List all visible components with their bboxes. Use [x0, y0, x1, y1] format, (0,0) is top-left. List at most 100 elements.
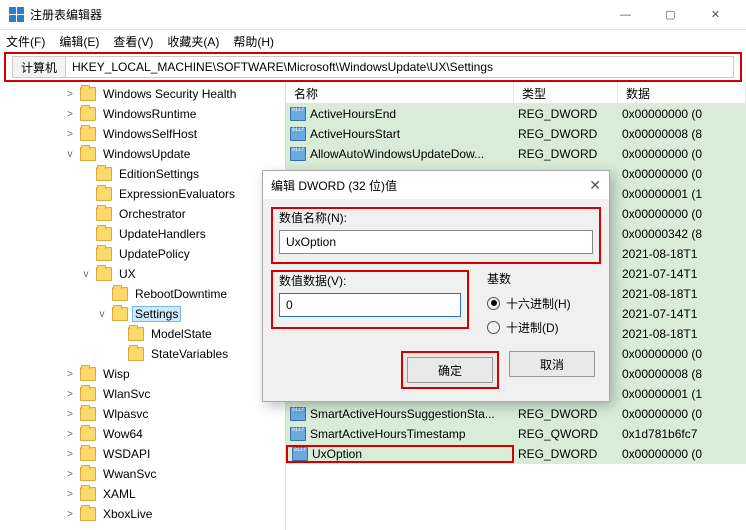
list-row[interactable]: ActiveHoursEndREG_DWORD0x00000000 (0 — [286, 104, 746, 124]
value-data: 0x00000000 (0 — [618, 107, 746, 121]
tree-item[interactable]: >WindowsSelfHost — [0, 124, 285, 144]
tree-toggle-icon[interactable]: > — [64, 409, 76, 420]
tree-toggle-icon[interactable]: > — [64, 89, 76, 100]
col-name[interactable]: 名称 — [286, 82, 514, 103]
value-data: 0x00000342 (8 — [618, 227, 746, 241]
tree-toggle-icon[interactable]: > — [64, 129, 76, 140]
ok-button[interactable]: 确定 — [407, 357, 493, 383]
value-name: AllowAutoWindowsUpdateDow... — [310, 147, 484, 161]
dialog-close-icon[interactable]: ✕ — [571, 177, 601, 194]
address-path[interactable]: HKEY_LOCAL_MACHINE\SOFTWARE\Microsoft\Wi… — [66, 60, 733, 74]
tree-toggle-icon[interactable]: > — [64, 449, 76, 460]
tree-toggle-icon[interactable]: > — [64, 489, 76, 500]
folder-icon — [80, 507, 96, 521]
menu-favorites[interactable]: 收藏夹(A) — [167, 33, 219, 50]
menu-help[interactable]: 帮助(H) — [233, 33, 274, 50]
tree-toggle-icon[interactable]: > — [64, 389, 76, 400]
tree-toggle-icon[interactable]: v — [64, 149, 76, 160]
folder-icon — [80, 427, 96, 441]
close-button[interactable]: ✕ — [693, 0, 738, 30]
folder-icon — [96, 207, 112, 221]
col-type[interactable]: 类型 — [514, 82, 618, 103]
value-data: 2021-08-18T1 — [618, 327, 746, 341]
tree-item[interactable]: EditionSettings — [0, 164, 285, 184]
value-data: 0x00000008 (8 — [618, 367, 746, 381]
tree-item[interactable]: >WSDAPI — [0, 444, 285, 464]
tree-toggle-icon[interactable]: v — [96, 309, 108, 320]
radio-hex[interactable]: 十六进制(H) — [487, 291, 593, 315]
list-row[interactable]: UxOptionREG_DWORD0x00000000 (0 — [286, 444, 746, 464]
value-name: ActiveHoursEnd — [310, 107, 396, 121]
menu-view[interactable]: 查看(V) — [113, 33, 153, 50]
tree-item[interactable]: > XAML — [0, 484, 285, 504]
tree-toggle-icon[interactable]: > — [64, 429, 76, 440]
tree-item-label: Settings — [132, 306, 181, 322]
tree-item[interactable]: >Wow64 — [0, 424, 285, 444]
tree-item-label: XAML — [100, 486, 139, 502]
minimize-button[interactable]: — — [603, 0, 648, 30]
folder-icon — [80, 107, 96, 121]
value-data: 0x00000000 (0 — [618, 147, 746, 161]
value-data: 2021-07-14T1 — [618, 307, 746, 321]
tree-item-label: WindowsRuntime — [100, 106, 199, 122]
list-row[interactable]: ActiveHoursStartREG_DWORD0x00000008 (8 — [286, 124, 746, 144]
maximize-button[interactable]: ▢ — [648, 0, 693, 30]
radio-dec[interactable]: 十进制(D) — [487, 315, 593, 339]
address-bar[interactable]: 计算机 HKEY_LOCAL_MACHINE\SOFTWARE\Microsof… — [12, 56, 734, 78]
radio-hex-label: 十六进制(H) — [506, 295, 571, 312]
tree-item[interactable]: StateVariables — [0, 344, 285, 364]
tree-item[interactable]: >XboxLive — [0, 504, 285, 524]
value-name: UxOption — [312, 447, 362, 461]
list-row[interactable]: SmartActiveHoursTimestampREG_QWORD0x1d78… — [286, 424, 746, 444]
value-data: 0x00000001 (1 — [618, 187, 746, 201]
tree-item[interactable]: >Wisp — [0, 364, 285, 384]
cancel-button[interactable]: 取消 — [509, 351, 595, 377]
tree-toggle-icon[interactable]: > — [64, 369, 76, 380]
tree-item-label: EditionSettings — [116, 166, 202, 182]
tree-toggle-icon[interactable]: > — [64, 509, 76, 520]
tree-item[interactable]: UpdateHandlers — [0, 224, 285, 244]
dword-icon — [292, 447, 308, 461]
tree-item-label: WlanSvc — [100, 386, 153, 402]
folder-icon — [96, 227, 112, 241]
registry-tree[interactable]: >Windows Security Health>WindowsRuntime>… — [0, 82, 286, 530]
list-row[interactable]: AllowAutoWindowsUpdateDow...REG_DWORD0x0… — [286, 144, 746, 164]
value-name: SmartActiveHoursSuggestionSta... — [310, 407, 495, 421]
folder-icon — [96, 267, 112, 281]
tree-item[interactable]: vWindowsUpdate — [0, 144, 285, 164]
tree-toggle-icon[interactable]: v — [80, 269, 92, 280]
tree-item[interactable]: >Windows Security Health — [0, 84, 285, 104]
regedit-icon — [8, 7, 24, 23]
value-data: 0x00000000 (0 — [618, 447, 746, 461]
tree-toggle-icon[interactable]: > — [64, 109, 76, 120]
tree-toggle-icon[interactable]: > — [64, 469, 76, 480]
tree-item[interactable]: Orchestrator — [0, 204, 285, 224]
tree-item[interactable]: > WindowsRuntime — [0, 104, 285, 124]
tree-item[interactable]: >Wlpasvc — [0, 404, 285, 424]
dialog-titlebar[interactable]: 编辑 DWORD (32 位)值 ✕ — [263, 171, 609, 199]
ok-button-highlight: 确定 — [401, 351, 499, 389]
tree-item[interactable]: ExpressionEvaluators — [0, 184, 285, 204]
folder-icon — [80, 387, 96, 401]
tree-item[interactable]: RebootDowntime — [0, 284, 285, 304]
menu-edit[interactable]: 编辑(E) — [59, 33, 99, 50]
list-row[interactable]: SmartActiveHoursSuggestionSta...REG_DWOR… — [286, 404, 746, 424]
folder-icon — [80, 127, 96, 141]
value-data-field[interactable] — [279, 293, 461, 317]
value-data: 0x00000000 (0 — [618, 167, 746, 181]
tree-item[interactable]: ModelState — [0, 324, 285, 344]
tree-item[interactable]: v Settings — [0, 304, 285, 324]
data-block-highlight: 数值数据(V): — [271, 270, 469, 329]
tree-item[interactable]: > WlanSvc — [0, 384, 285, 404]
value-name: ActiveHoursStart — [310, 127, 400, 141]
col-data[interactable]: 数据 — [618, 82, 746, 103]
base-label: 基数 — [487, 270, 593, 287]
tree-item[interactable]: vUX — [0, 264, 285, 284]
tree-item[interactable]: UpdatePolicy — [0, 244, 285, 264]
tree-item[interactable]: >WwanSvc — [0, 464, 285, 484]
value-data-label: 数值数据(V): — [279, 272, 461, 289]
value-type: REG_QWORD — [514, 427, 618, 441]
dword-icon — [290, 127, 306, 141]
menu-file[interactable]: 文件(F) — [6, 33, 45, 50]
value-name-field[interactable] — [279, 230, 593, 254]
